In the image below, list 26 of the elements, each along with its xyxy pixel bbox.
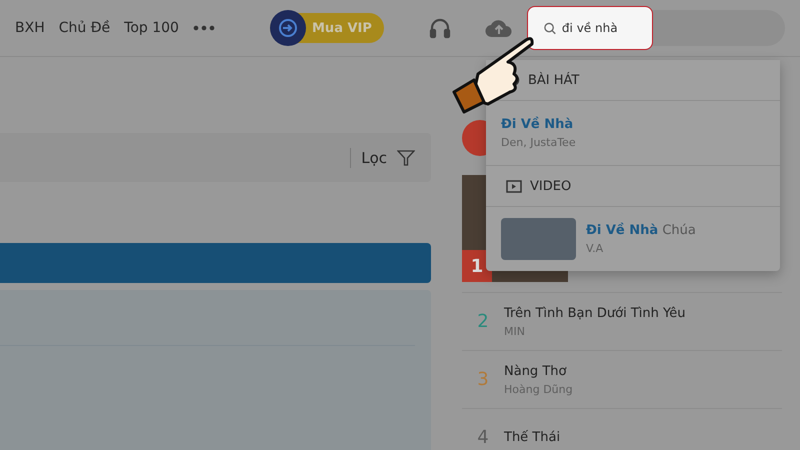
rank-number: 4 <box>476 428 490 446</box>
vip-logo-icon <box>270 10 306 46</box>
filter-icon <box>397 148 415 166</box>
cloud-upload-icon[interactable] <box>484 17 513 39</box>
search-result[interactable]: Đi Về Nhà Den, JustaTee <box>486 101 780 165</box>
search-box[interactable]: đi về nhà <box>526 6 653 50</box>
rank-number: 3 <box>476 370 490 388</box>
song-title[interactable]: Trên Tình Bạn Dưới Tình Yêu <box>504 306 686 320</box>
search-input[interactable]: đi về nhà <box>562 21 652 35</box>
song-title[interactable]: Thế Thái <box>504 430 560 445</box>
rank-number: 2 <box>476 312 490 330</box>
nav-link[interactable]: Top 100 <box>124 20 179 36</box>
more-icon[interactable] <box>192 25 215 31</box>
result-artist: V.A <box>586 242 604 255</box>
result-artist: Den, JustaTee <box>501 136 576 149</box>
nav-link[interactable]: BXH <box>15 20 45 36</box>
video-play-icon <box>506 180 522 192</box>
result-title: Đi Về Nhà Chúa <box>586 223 696 238</box>
section-title: BÀI HÁT <box>528 72 580 88</box>
section-title: VIDEO <box>530 178 572 194</box>
filter-button[interactable]: Lọc <box>361 148 415 166</box>
search-icon <box>544 22 556 34</box>
result-title: Đi Về Nhà <box>501 117 574 132</box>
nav-link[interactable]: Chủ Đề <box>58 20 110 36</box>
headphones-icon[interactable] <box>428 16 452 40</box>
song-title[interactable]: Nàng Thơ <box>504 364 573 378</box>
